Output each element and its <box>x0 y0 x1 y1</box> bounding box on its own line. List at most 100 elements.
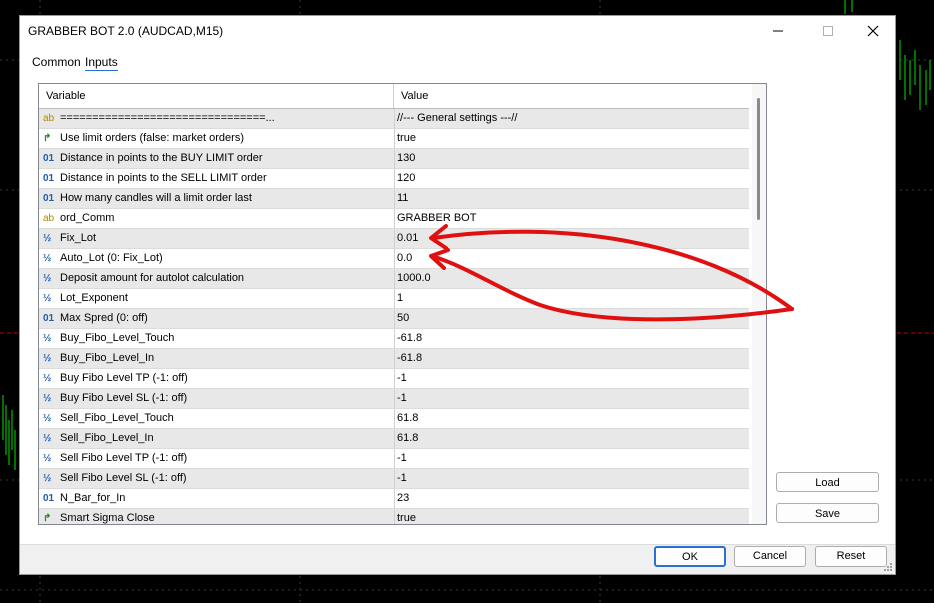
variable-value[interactable]: 11 <box>397 189 747 208</box>
variable-name: Buy Fibo Level SL (-1: off) <box>60 392 188 404</box>
column-divider <box>394 469 395 488</box>
double-icon: ½ <box>43 373 52 384</box>
grid-rows: ab ================================... //-… <box>39 109 749 524</box>
variable-value[interactable]: true <box>397 509 747 524</box>
double-icon: ½ <box>43 473 52 484</box>
table-row[interactable]: 01 N_Bar_for_In 23 <box>39 489 749 509</box>
variable-name: Buy_Fibo_Level_In <box>60 352 155 364</box>
column-header-variable[interactable]: Variable <box>39 84 394 108</box>
ok-button[interactable]: OK <box>654 546 726 567</box>
variable-value[interactable]: -1 <box>397 449 747 468</box>
table-row[interactable]: ↱ Smart Sigma Close true <box>39 509 749 524</box>
variable-value[interactable]: 0.0 <box>397 249 747 268</box>
table-row[interactable]: ½ Sell_Fibo_Level_In 61.8 <box>39 429 749 449</box>
variable-name: Sell_Fibo_Level_Touch <box>60 412 174 424</box>
variable-value[interactable]: 130 <box>397 149 747 168</box>
variable-name: ================================... <box>60 112 275 124</box>
variable-value[interactable]: 61.8 <box>397 409 747 428</box>
cancel-button[interactable]: Cancel <box>734 546 806 567</box>
close-button[interactable] <box>850 16 896 46</box>
variable-value[interactable]: 0.01 <box>397 229 747 248</box>
table-row[interactable]: ab ord_Comm GRABBER BOT <box>39 209 749 229</box>
minimize-button[interactable] <box>755 16 801 46</box>
table-row[interactable]: 01 How many candles will a limit order la… <box>39 189 749 209</box>
column-divider <box>394 329 395 348</box>
column-header-value[interactable]: Value <box>394 84 749 108</box>
variable-value[interactable]: true <box>397 129 747 148</box>
table-row[interactable]: ½ Sell Fibo Level SL (-1: off) -1 <box>39 469 749 489</box>
table-row[interactable]: 01 Distance in points to the BUY LIMIT or… <box>39 149 749 169</box>
table-row[interactable]: ½ Buy_Fibo_Level_In -61.8 <box>39 349 749 369</box>
variable-value[interactable]: 23 <box>397 489 747 508</box>
column-divider <box>394 149 395 168</box>
vertical-scrollbar[interactable] <box>752 84 766 524</box>
variable-name: N_Bar_for_In <box>60 492 126 504</box>
variable-value[interactable]: 1 <box>397 289 747 308</box>
table-row[interactable]: ½ Sell Fibo Level TP (-1: off) -1 <box>39 449 749 469</box>
variable-value[interactable]: GRABBER BOT <box>397 209 747 228</box>
inputs-dialog: GRABBER BOT 2.0 (AUDCAD,M15) Common Inpu… <box>19 15 896 575</box>
table-row[interactable]: ½ Lot_Exponent 1 <box>39 289 749 309</box>
int-icon: 01 <box>43 173 55 184</box>
variable-value[interactable]: 1000.0 <box>397 269 747 288</box>
reset-button[interactable]: Reset <box>815 546 887 567</box>
column-divider <box>394 389 395 408</box>
grid-header: Variable Value <box>39 84 749 109</box>
variable-value[interactable]: -61.8 <box>397 329 747 348</box>
scrollbar-thumb[interactable] <box>757 98 760 220</box>
column-divider <box>394 409 395 428</box>
column-divider <box>394 429 395 448</box>
variable-name: Auto_Lot (0: Fix_Lot) <box>60 252 163 264</box>
table-row[interactable]: ½ Auto_Lot (0: Fix_Lot) 0.0 <box>39 249 749 269</box>
variable-value[interactable]: -1 <box>397 369 747 388</box>
variable-name: Max Spred (0: off) <box>60 312 148 324</box>
title-bar[interactable]: GRABBER BOT 2.0 (AUDCAD,M15) <box>20 16 895 46</box>
table-row[interactable]: ab ================================... //-… <box>39 109 749 129</box>
column-divider <box>394 309 395 328</box>
int-icon: 01 <box>43 153 55 164</box>
variable-value[interactable]: -1 <box>397 469 747 488</box>
table-row[interactable]: 01 Distance in points to the SELL LIMIT o… <box>39 169 749 189</box>
table-row[interactable]: ½ Buy Fibo Level TP (-1: off) -1 <box>39 369 749 389</box>
maximize-button[interactable] <box>805 16 851 46</box>
int-icon: 01 <box>43 193 55 204</box>
tab-inputs[interactable]: Inputs <box>85 55 118 71</box>
table-row[interactable]: 01 Max Spred (0: off) 50 <box>39 309 749 329</box>
save-button[interactable]: Save <box>776 503 879 523</box>
window-title: GRABBER BOT 2.0 (AUDCAD,M15) <box>28 24 224 38</box>
bool-icon: ↱ <box>43 133 52 144</box>
table-row[interactable]: ½ Deposit amount for autolot calculation 1… <box>39 269 749 289</box>
variable-value[interactable]: -61.8 <box>397 349 747 368</box>
column-divider <box>394 509 395 524</box>
variable-value[interactable]: 61.8 <box>397 429 747 448</box>
resize-grip-icon[interactable] <box>883 562 893 572</box>
double-icon: ½ <box>43 233 52 244</box>
double-icon: ½ <box>43 333 52 344</box>
variable-name: Sell_Fibo_Level_In <box>60 432 154 444</box>
column-divider <box>394 169 395 188</box>
load-button[interactable]: Load <box>776 472 879 492</box>
column-divider <box>394 189 395 208</box>
table-row[interactable]: ½ Sell_Fibo_Level_Touch 61.8 <box>39 409 749 429</box>
string-icon: ab <box>43 213 55 224</box>
close-icon <box>867 25 879 37</box>
variable-value[interactable]: 50 <box>397 309 747 328</box>
double-icon: ½ <box>43 393 52 404</box>
variable-name: Deposit amount for autolot calculation <box>60 272 245 284</box>
variable-name: Fix_Lot <box>60 232 97 244</box>
variable-value[interactable]: //--- General settings ---// <box>397 109 747 128</box>
variable-name: Lot_Exponent <box>60 292 128 304</box>
tab-common[interactable]: Common <box>32 55 81 69</box>
column-divider <box>394 449 395 468</box>
table-row[interactable]: ↱ Use limit orders (false: market orders)… <box>39 129 749 149</box>
double-icon: ½ <box>43 293 52 304</box>
variable-value[interactable]: 120 <box>397 169 747 188</box>
column-divider <box>394 229 395 248</box>
variable-value[interactable]: -1 <box>397 389 747 408</box>
column-divider <box>394 109 395 128</box>
table-row[interactable]: ½ Buy_Fibo_Level_Touch -61.8 <box>39 329 749 349</box>
table-row[interactable]: ½ Fix_Lot 0.01 <box>39 229 749 249</box>
table-row[interactable]: ½ Buy Fibo Level SL (-1: off) -1 <box>39 389 749 409</box>
column-divider <box>394 349 395 368</box>
double-icon: ½ <box>43 253 52 264</box>
